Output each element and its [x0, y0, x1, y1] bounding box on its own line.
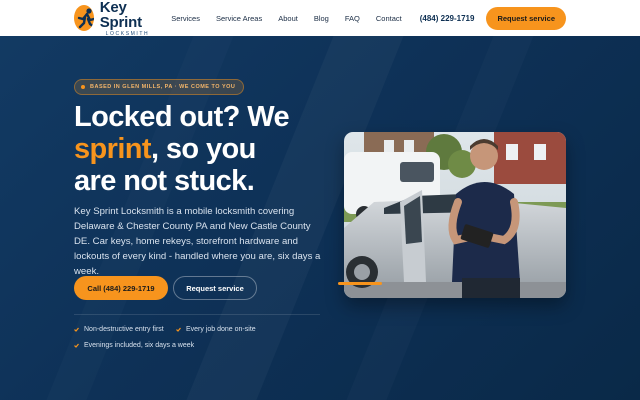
- check-tick-icon: [176, 327, 181, 332]
- carousel-progress-indicator: [338, 282, 382, 285]
- hero-photo: [344, 132, 566, 298]
- headline-line-1: Locked out? We: [74, 101, 290, 133]
- nav-item-about[interactable]: About: [278, 14, 298, 23]
- feature-item: Evenings included, six days a week: [74, 342, 194, 349]
- location-badge-text: BASED IN GLEN MILLS, PA · WE COME TO YOU: [90, 84, 236, 90]
- headline-line-3: are not stuck.: [74, 165, 255, 197]
- brand-subtitle: LOCKSMITH: [105, 30, 150, 37]
- site-header: Key Sprint LOCKSMITH Services Service Ar…: [0, 0, 640, 36]
- nav-item-faq[interactable]: FAQ: [345, 14, 360, 23]
- nav-item-blog[interactable]: Blog: [314, 14, 329, 23]
- check-tick-icon: [74, 327, 79, 332]
- location-badge: BASED IN GLEN MILLS, PA · WE COME TO YOU: [74, 79, 245, 95]
- nav-item-services[interactable]: Services: [171, 14, 200, 23]
- brand-name: Key Sprint: [99, 0, 142, 31]
- check-tick-icon: [74, 343, 79, 348]
- hero-description: Key Sprint Locksmith is a mobile locksmi…: [74, 206, 321, 277]
- hero-headline: Locked out? We sprint, so you are not st…: [74, 101, 344, 197]
- feature-label: Non-destructive entry first: [84, 326, 164, 333]
- nav-item-service-areas[interactable]: Service Areas: [216, 14, 262, 23]
- logo[interactable]: Key Sprint LOCKSMITH: [74, 0, 155, 37]
- feature-item: Non-destructive entry first: [74, 326, 164, 333]
- running-man-key-icon: [74, 5, 94, 31]
- main-nav: Services Service Areas About Blog FAQ Co…: [155, 6, 566, 30]
- nav-request-service-button[interactable]: Request service: [486, 6, 566, 30]
- divider: [74, 314, 320, 315]
- feature-label: Evenings included, six days a week: [84, 342, 195, 349]
- headline-line-2: , so you: [150, 133, 256, 165]
- feature-item: Every job done on-site: [176, 326, 256, 333]
- dot-icon: [81, 85, 85, 89]
- nav-phone-link[interactable]: (484) 229-1719: [420, 14, 475, 23]
- headline-accent: sprint: [74, 133, 152, 165]
- call-button[interactable]: Call (484) 229-1719: [74, 276, 168, 300]
- request-service-button[interactable]: Request service: [173, 276, 257, 300]
- nav-item-contact[interactable]: Contact: [376, 14, 402, 23]
- feature-label: Every job done on-site: [186, 326, 256, 333]
